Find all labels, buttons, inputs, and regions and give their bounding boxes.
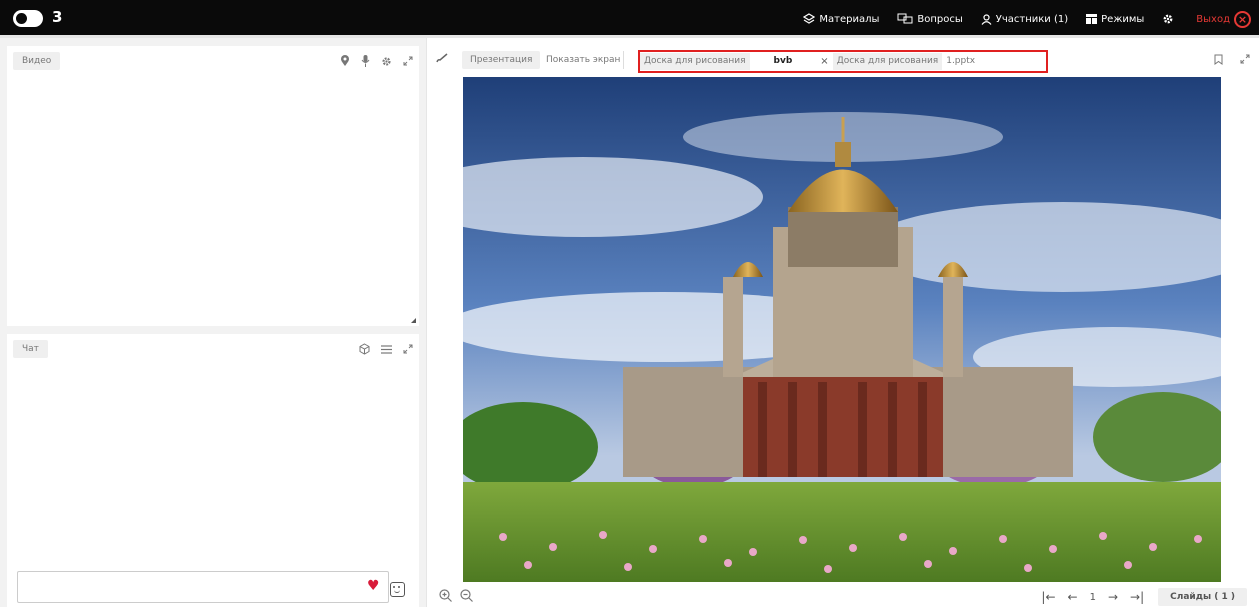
expand-icon[interactable]: [1240, 54, 1250, 67]
participants-button[interactable]: Участники (1): [981, 14, 1068, 25]
materials-button[interactable]: Материалы: [803, 13, 879, 25]
tab-bvb[interactable]: bvb: [750, 53, 817, 70]
share-screen-button[interactable]: Показать экран: [538, 51, 628, 69]
layers-icon: [803, 13, 816, 24]
next-page-button[interactable]: →: [1108, 590, 1118, 604]
exit-button[interactable]: Выход ×: [1196, 10, 1251, 28]
presentation-area: Презентация Показать экран Доска для рис…: [426, 38, 1259, 607]
presentation-button[interactable]: Презентация: [462, 51, 541, 69]
resize-handle[interactable]: [411, 318, 416, 323]
questions-label: Вопросы: [917, 13, 963, 25]
toggle-knob: [16, 13, 27, 24]
chat-panel: Чат ♥: [7, 334, 419, 607]
expand-icon[interactable]: [403, 56, 413, 66]
presentation-toolbar: Презентация Показать экран Доска для рис…: [427, 38, 1259, 76]
location-pin-icon[interactable]: [340, 55, 350, 67]
cathedral-photo: [463, 77, 1221, 582]
chat-input[interactable]: [17, 571, 389, 603]
last-page-button[interactable]: →|: [1130, 590, 1144, 604]
gear-icon: [1163, 14, 1173, 24]
top-nav: Материалы Вопросы Участники (1) Режимы В…: [785, 0, 1251, 38]
video-panel: Видео: [7, 46, 419, 326]
tab-whiteboard-2[interactable]: Доска для рисования: [832, 53, 943, 70]
room-number: 3: [52, 8, 63, 26]
prev-page-button[interactable]: ←: [1068, 590, 1078, 604]
first-page-button[interactable]: |←: [1041, 590, 1055, 604]
exit-label: Выход: [1196, 13, 1230, 25]
toolbar-divider: [623, 51, 624, 69]
zoom-out-icon[interactable]: [460, 589, 473, 606]
slide-image: [463, 77, 1221, 582]
settings-button[interactable]: [1162, 13, 1178, 25]
user-icon: [981, 13, 992, 25]
chat-panel-icons: [348, 340, 413, 358]
modes-button[interactable]: Режимы: [1086, 14, 1144, 25]
tab-pptx[interactable]: 1.pptx: [942, 53, 979, 70]
brush-icon[interactable]: [436, 53, 448, 66]
video-tab[interactable]: Видео: [13, 52, 61, 70]
zoom-in-icon[interactable]: [439, 589, 452, 606]
left-column: Видео Чат ♥: [0, 38, 426, 607]
participants-label: Участники (1): [995, 13, 1069, 25]
slides-button[interactable]: Слайды ( 1 ): [1158, 588, 1247, 606]
modes-label: Режимы: [1101, 13, 1145, 25]
gear-icon[interactable]: [381, 56, 392, 67]
expand-icon[interactable]: [403, 344, 413, 354]
video-panel-icons: [329, 52, 413, 70]
microphone-icon[interactable]: [361, 55, 370, 67]
page-number: 1: [1089, 591, 1096, 603]
questions-button[interactable]: Вопросы: [897, 13, 963, 25]
close-icon[interactable]: ×: [816, 56, 832, 67]
mode-toggle[interactable]: [13, 10, 43, 27]
board-tabs: Доска для рисования bvb × Доска для рисо…: [638, 50, 1048, 73]
menu-icon[interactable]: [381, 344, 392, 354]
bookmark-icon[interactable]: [1214, 54, 1223, 68]
layout-icon: [1086, 14, 1098, 24]
tab-whiteboard-1[interactable]: Доска для рисования: [640, 53, 750, 70]
chat-tab[interactable]: Чат: [13, 340, 48, 358]
chat-bubbles-icon: [897, 13, 913, 24]
top-bar: 3 Материалы Вопросы Участники (1) Режимы…: [0, 0, 1259, 38]
emoji-icon[interactable]: [390, 582, 405, 597]
close-circle-icon: ×: [1234, 10, 1251, 28]
heart-icon[interactable]: ♥: [367, 579, 380, 593]
slide-pager: |← ← 1 → →| Слайды ( 1 ): [1029, 588, 1247, 606]
materials-label: Материалы: [819, 13, 880, 25]
cube-icon[interactable]: [359, 343, 370, 355]
